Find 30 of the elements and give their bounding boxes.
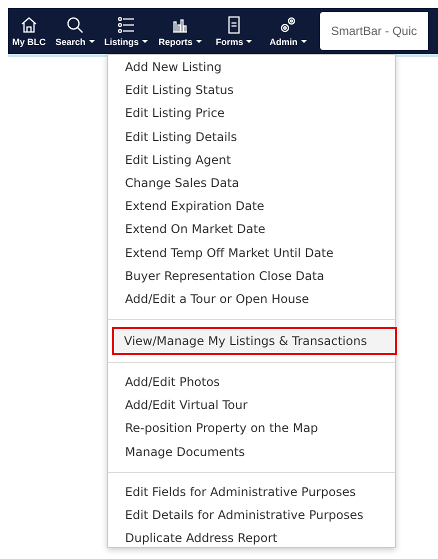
nav-tab[interactable]: Listings	[100, 8, 152, 54]
list-icon	[117, 16, 135, 34]
nav-tab[interactable]: My BLC	[8, 8, 50, 54]
menu-item[interactable]: Edit Listing Agent	[108, 148, 395, 172]
menu-item[interactable]: Add/Edit a Tour or Open House	[108, 288, 395, 312]
menu-item[interactable]: Edit Fields for Administrative Purposes	[108, 480, 395, 504]
menu-item[interactable]: Add New Listing	[108, 56, 395, 80]
nav-tab[interactable]: Admin	[260, 8, 316, 54]
house-icon	[20, 16, 38, 34]
menu-item[interactable]: Extend Expiration Date	[108, 195, 395, 218]
gears-icon	[279, 16, 297, 34]
menu-item[interactable]: Add/Edit Photos	[108, 371, 395, 394]
menu-item[interactable]: Edit Listing Details	[108, 126, 395, 149]
menu-item[interactable]: Duplicate Address Report	[108, 527, 395, 550]
menu-item[interactable]: Extend Temp Off Market Until Date	[108, 242, 395, 265]
nav-tab[interactable]: Search	[50, 8, 100, 54]
menu-item[interactable]: Extend On Market Date	[108, 218, 395, 242]
menu-item[interactable]: Edit Details for Administrative Purposes	[108, 504, 395, 528]
menu-item[interactable]: Re-position Property on the Map	[108, 417, 395, 441]
menu-item[interactable]: Edit Listing Price	[108, 102, 395, 126]
nav-tab[interactable]: Forms	[208, 8, 260, 54]
menu-item[interactable]: Buyer Representation Close Data	[108, 264, 395, 288]
search-field[interactable]: SmartBar - Quic	[320, 12, 428, 50]
menu-item[interactable]: Change Sales Data	[108, 172, 395, 196]
nav-tab[interactable]: Reports	[152, 8, 208, 54]
menu-item[interactable]: View/Manage My Listings & Transactions	[113, 328, 396, 354]
menu-item[interactable]: Manage Documents	[108, 440, 395, 464]
menu-item[interactable]: Add/Edit Virtual Tour	[108, 394, 395, 418]
search-icon	[66, 16, 84, 34]
menu-item[interactable]: Edit Listing Status	[108, 79, 395, 102]
